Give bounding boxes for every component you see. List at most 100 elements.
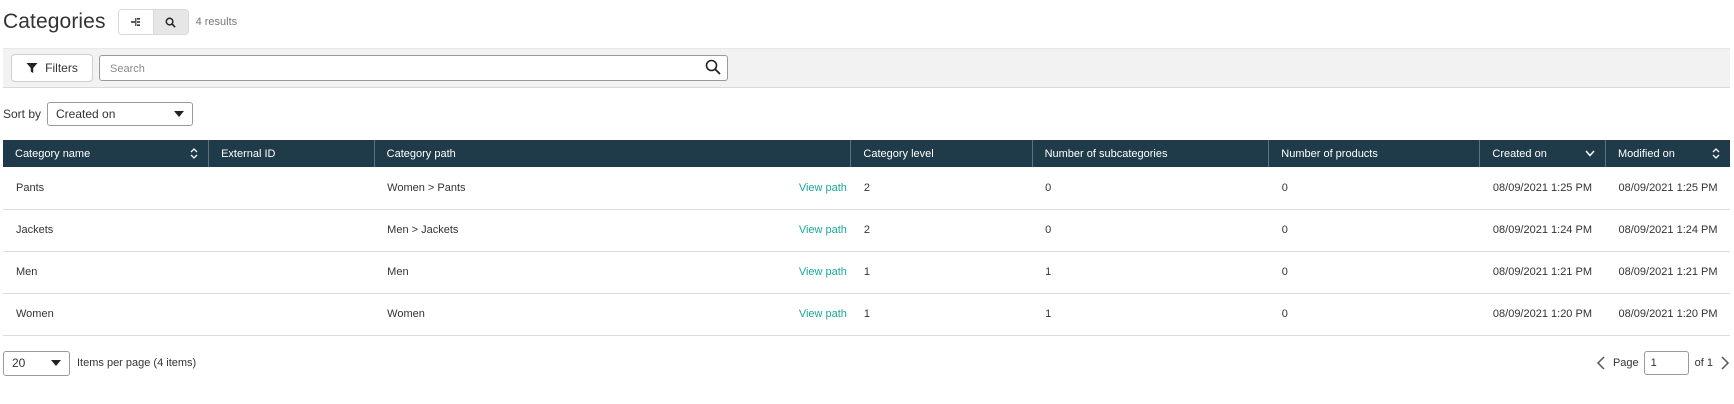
page-number-input[interactable] [1643, 351, 1689, 375]
column-label: Category name [15, 147, 91, 160]
sort-both-icon [190, 148, 198, 159]
sort-select[interactable]: Created on [47, 102, 194, 126]
table-header-row: Category name External ID Category path … [3, 140, 1730, 167]
column-label: Created on [1492, 147, 1547, 160]
cell-category-path: Men > Jackets View path [374, 209, 851, 252]
cell-category-level: 2 [850, 167, 1033, 210]
cell-external-id [208, 209, 375, 252]
view-path-link[interactable]: View path [799, 182, 847, 194]
cell-category-level: 1 [850, 293, 1033, 336]
path-text: Men > Jackets [387, 224, 459, 236]
cell-category-level: 1 [850, 251, 1033, 294]
tree-view-button[interactable] [118, 10, 153, 34]
cell-modified-on: 08/09/2021 1:20 PM [1605, 293, 1730, 336]
cell-modified-on: 08/09/2021 1:25 PM [1605, 167, 1730, 210]
search-icon [165, 17, 176, 28]
cell-external-id [208, 167, 375, 210]
column-label: Category path [386, 147, 456, 160]
cell-products: 0 [1268, 209, 1480, 252]
search-input[interactable] [108, 60, 692, 78]
filter-bar: Filters [3, 48, 1730, 88]
cell-created-on: 08/09/2021 1:24 PM [1479, 209, 1606, 252]
path-text: Women [387, 308, 425, 320]
view-path-link[interactable]: View path [799, 308, 847, 320]
per-page-value: 20 [12, 356, 26, 370]
column-header-category-path[interactable]: Category path [374, 140, 852, 167]
search-icon [705, 59, 721, 75]
cell-category-name: Men [3, 251, 209, 294]
cell-products: 0 [1268, 251, 1480, 294]
cell-category-path: Women > Pants View path [374, 167, 851, 210]
column-label: Modified on [1617, 147, 1675, 160]
pagination-left: 20 Items per page (4 items) [3, 350, 196, 376]
cell-external-id [208, 293, 375, 336]
search-view-button[interactable] [152, 10, 188, 34]
cell-modified-on: 08/09/2021 1:24 PM [1605, 209, 1730, 252]
sort-label: Sort by [3, 107, 42, 121]
table-row[interactable]: Pants Women > Pants View path 2 0 0 08/09… [3, 167, 1730, 210]
cell-subcategories: 1 [1032, 251, 1269, 294]
filters-label: Filters [45, 61, 78, 75]
caret-down-icon [174, 111, 185, 117]
view-path-link[interactable]: View path [799, 266, 847, 278]
tree-icon [130, 18, 140, 26]
cell-created-on: 08/09/2021 1:20 PM [1479, 293, 1606, 336]
column-label: Category level [863, 147, 934, 160]
cell-subcategories: 0 [1032, 167, 1269, 210]
categories-table: Category name External ID Category path … [3, 140, 1730, 336]
column-header-number-of-products[interactable]: Number of products [1268, 140, 1481, 167]
search-submit-button[interactable] [705, 59, 721, 80]
column-header-modified-on[interactable]: Modified on [1605, 140, 1730, 167]
filter-icon [26, 63, 38, 73]
sort-both-icon [1712, 148, 1720, 159]
view-toggle [117, 9, 189, 35]
cell-created-on: 08/09/2021 1:25 PM [1479, 167, 1606, 210]
chevron-down-icon [1585, 150, 1595, 157]
cell-subcategories: 1 [1032, 293, 1269, 336]
path-text: Women > Pants [387, 181, 466, 194]
cell-created-on: 08/09/2021 1:21 PM [1479, 251, 1606, 294]
per-page-select[interactable]: 20 [3, 350, 70, 376]
sort-row: Sort by Created on [3, 101, 194, 127]
cell-external-id [208, 251, 375, 294]
filters-button[interactable]: Filters [11, 54, 93, 82]
page-label: Page [1612, 357, 1639, 369]
page-title: Categories [3, 10, 106, 33]
path-text: Men [387, 266, 409, 278]
column-header-number-of-subcategories[interactable]: Number of subcategories [1032, 140, 1270, 167]
page-total-label: of 1 [1694, 357, 1713, 369]
column-header-external-id[interactable]: External ID [208, 140, 375, 167]
categories-page: Categories 4 results Filters Search Sort… [0, 0, 1734, 404]
items-per-page-label: Items per page (4 items) [77, 357, 197, 369]
cell-category-name: Women [3, 293, 209, 336]
caret-down-icon [51, 360, 61, 366]
table-row[interactable]: Men Men View path 1 1 0 08/09/2021 1:21 P… [3, 251, 1730, 294]
search-box [99, 55, 728, 81]
page-header: Categories 4 results [3, 8, 237, 36]
cell-category-name: Pants [3, 167, 209, 210]
pagination-right: Page of 1 [1596, 350, 1730, 376]
cell-modified-on: 08/09/2021 1:21 PM [1605, 251, 1730, 294]
column-header-category-name[interactable]: Category name [3, 140, 210, 167]
sort-selected-value: Created on [56, 107, 116, 121]
column-header-category-level[interactable]: Category level [850, 140, 1033, 167]
cell-subcategories: 0 [1032, 209, 1269, 252]
previous-page-button[interactable] [1596, 356, 1605, 370]
column-header-created-on[interactable]: Created on [1479, 140, 1606, 167]
column-label: External ID [221, 147, 276, 160]
cell-category-level: 2 [850, 209, 1033, 252]
column-label: Number of subcategories [1044, 147, 1168, 160]
chevron-right-icon [1721, 356, 1730, 370]
column-label: Number of products [1281, 147, 1378, 160]
table-row[interactable]: Jackets Men > Jackets View path 2 0 0 08/… [3, 209, 1730, 252]
cell-category-path: Women View path [374, 293, 851, 336]
cell-category-name: Jackets [3, 209, 209, 252]
cell-category-path: Men View path [374, 251, 851, 294]
cell-products: 0 [1268, 167, 1480, 210]
cell-products: 0 [1268, 293, 1480, 336]
results-count: 4 results [195, 16, 238, 28]
next-page-button[interactable] [1721, 356, 1730, 370]
table-row[interactable]: Women Women View path 1 1 0 08/09/2021 1:… [3, 293, 1730, 336]
view-path-link[interactable]: View path [799, 224, 847, 236]
chevron-left-icon [1596, 356, 1605, 370]
